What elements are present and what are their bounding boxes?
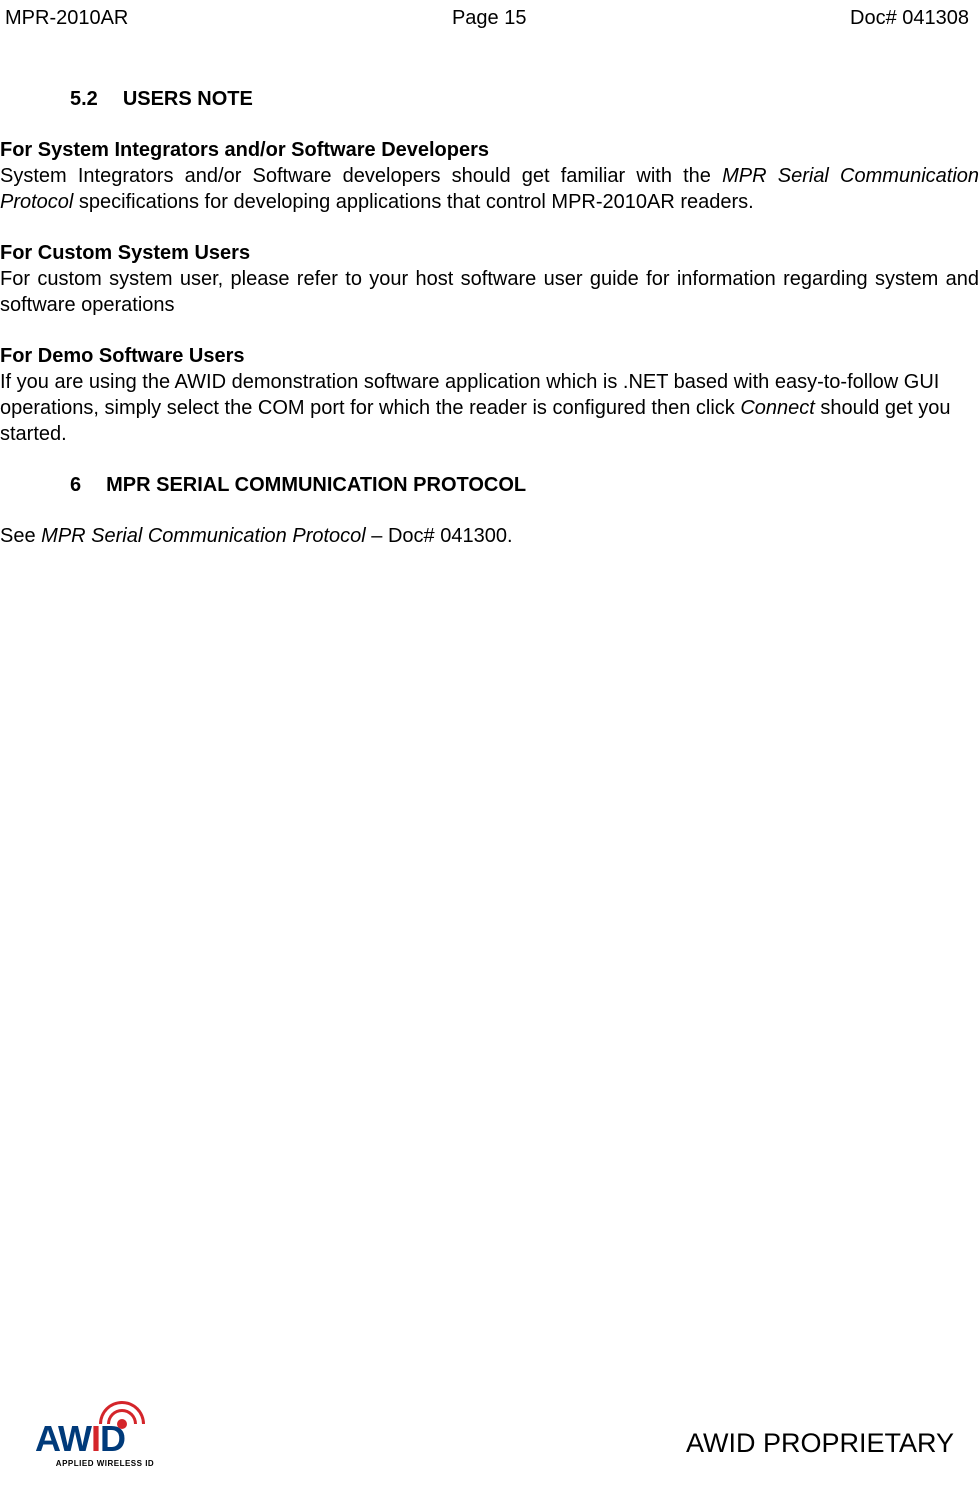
page-header: MPR-2010AR Page 15 Doc# 041308 xyxy=(0,0,979,31)
logo-dot-icon xyxy=(117,1419,127,1429)
text-italic: Connect xyxy=(740,397,815,419)
page-footer: AWID APPLIED WIRELESS ID AWID PROPRIETAR… xyxy=(0,1421,979,1469)
logo-text: AWID xyxy=(35,1421,175,1457)
document-body: 5.2 USERS NOTE For System Integrators and… xyxy=(0,31,979,549)
logo-subtitle: APPLIED WIRELESS ID xyxy=(56,1459,154,1469)
paragraph-section-6: See MPR Serial Communication Protocol – … xyxy=(0,523,979,549)
text: See xyxy=(0,525,41,547)
header-model: MPR-2010AR xyxy=(5,5,128,31)
text: specifications for developing applicatio… xyxy=(73,191,753,213)
section-number: 6 xyxy=(70,472,81,498)
section-6-heading: 6 MPR SERIAL COMMUNICATION PROTOCOL xyxy=(0,472,979,498)
section-number: 5.2 xyxy=(70,86,98,112)
header-page: Page 15 xyxy=(452,5,527,31)
paragraph-integrators: System Integrators and/or Software devel… xyxy=(0,163,979,215)
text-italic: MPR Serial Communication Protocol xyxy=(41,525,366,547)
section-title: MPR SERIAL COMMUNICATION PROTOCOL xyxy=(106,474,526,496)
text: – Doc# 041300. xyxy=(366,525,513,547)
awid-logo: AWID APPLIED WIRELESS ID xyxy=(35,1421,175,1469)
paragraph-custom: For custom system user, please refer to … xyxy=(0,266,979,318)
footer-proprietary: AWID PROPRIETARY xyxy=(686,1426,954,1469)
section-5-2-heading: 5.2 USERS NOTE xyxy=(0,86,979,112)
subheading-demo: For Demo Software Users xyxy=(0,343,979,369)
logo-icon: AWID xyxy=(35,1421,175,1457)
paragraph-demo: If you are using the AWID demonstration … xyxy=(0,369,979,447)
text: System Integrators and/or Software devel… xyxy=(0,165,722,187)
subheading-integrators: For System Integrators and/or Software D… xyxy=(0,137,979,163)
subheading-custom: For Custom System Users xyxy=(0,240,979,266)
section-title: USERS NOTE xyxy=(123,88,253,110)
header-doc: Doc# 041308 xyxy=(850,5,969,31)
